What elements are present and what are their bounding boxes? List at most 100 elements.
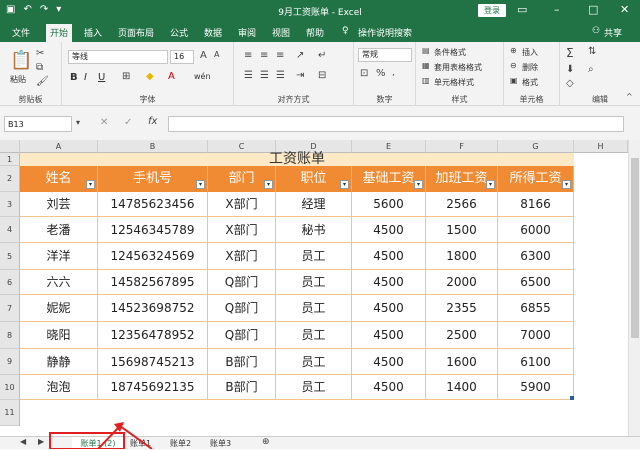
tab-formulas[interactable]: 公式 (170, 26, 188, 39)
table-cell[interactable]: 晓阳 (20, 322, 98, 349)
row-header[interactable]: 8 (0, 322, 20, 349)
add-sheet-icon[interactable]: ⊕ (262, 437, 270, 447)
tab-sheet-bill1-copy[interactable]: 账单1 (2) (72, 437, 124, 450)
fill-color-icon[interactable]: ◆ (146, 71, 154, 82)
table-cell[interactable]: 18745692135 (98, 375, 208, 400)
column-header[interactable]: H (574, 140, 628, 153)
namebox-dropdown-icon[interactable]: ▾ (76, 118, 80, 127)
paste-icon[interactable]: 📋 (10, 50, 32, 71)
table-cell[interactable]: 泡泡 (20, 375, 98, 400)
table-cell[interactable]: 5900 (498, 375, 574, 400)
table-header-cell[interactable]: 部门 ▾ (208, 166, 276, 192)
tab-review[interactable]: 审阅 (238, 26, 256, 39)
table-resize-handle[interactable] (570, 396, 574, 400)
filter-dropdown-icon[interactable]: ▾ (562, 180, 571, 189)
copy-icon[interactable]: ⧉ (36, 62, 43, 73)
autosum-icon[interactable]: Σ (566, 46, 574, 60)
table-cell[interactable]: 14785623456 (98, 192, 208, 217)
table-cell[interactable]: B部门 (208, 375, 276, 400)
table-cell[interactable]: X部门 (208, 192, 276, 217)
table-header-cell[interactable]: 加班工资 ▾ (426, 166, 498, 192)
table-cell[interactable]: 6100 (498, 349, 574, 375)
table-cell[interactable]: 2566 (426, 192, 498, 217)
tab-data[interactable]: 数据 (204, 26, 222, 39)
orientation-icon[interactable]: ↗ (296, 50, 304, 61)
table-cell[interactable]: 1600 (426, 349, 498, 375)
middle-align-icon[interactable]: ≡ (260, 50, 268, 61)
table-cell[interactable]: 员工 (276, 243, 352, 270)
column-header[interactable]: F (426, 140, 498, 153)
tell-me-search[interactable]: 操作说明搜索 (358, 26, 412, 39)
column-header[interactable]: B (98, 140, 208, 153)
conditional-format-button[interactable]: 条件格式 (434, 47, 466, 58)
align-center-icon[interactable]: ☰ (260, 70, 269, 81)
table-cell[interactable]: Q部门 (208, 295, 276, 322)
column-header[interactable]: G (498, 140, 574, 153)
bold-button[interactable]: B (70, 72, 78, 83)
italic-button[interactable]: I (84, 72, 87, 83)
ribbon-display-icon[interactable]: ▭ (517, 3, 527, 16)
bottom-align-icon[interactable]: ≡ (276, 50, 284, 61)
table-cell[interactable]: Q部门 (208, 270, 276, 295)
row-header[interactable]: 6 (0, 270, 20, 295)
select-all-corner[interactable] (0, 140, 20, 153)
formula-input[interactable] (168, 116, 624, 132)
table-cell[interactable]: X部门 (208, 243, 276, 270)
row-header[interactable]: 7 (0, 295, 20, 322)
column-header[interactable]: E (352, 140, 426, 153)
tab-page-layout[interactable]: 页面布局 (118, 26, 154, 39)
font-name-select[interactable]: 等线 (68, 50, 168, 64)
table-cell[interactable]: 4500 (352, 322, 426, 349)
name-box[interactable]: B13 (4, 116, 72, 132)
paste-button[interactable]: 粘贴 (10, 74, 26, 85)
table-cell[interactable]: 7000 (498, 322, 574, 349)
table-header-cell[interactable]: 所得工资 ▾ (498, 166, 574, 192)
phonetic-button[interactable]: wén (194, 72, 211, 81)
row-header[interactable]: 1 (0, 153, 20, 166)
table-format-button[interactable]: 套用表格格式 (434, 62, 482, 73)
table-cell[interactable]: 2355 (426, 295, 498, 322)
font-size-select[interactable]: 16 (170, 50, 194, 64)
table-cell[interactable]: 14523698752 (98, 295, 208, 322)
table-cell[interactable]: 1400 (426, 375, 498, 400)
indent-icon[interactable]: ⇥ (296, 70, 304, 81)
filter-dropdown-icon[interactable]: ▾ (264, 180, 273, 189)
table-cell[interactable]: Q部门 (208, 322, 276, 349)
align-right-icon[interactable]: ☰ (276, 70, 285, 81)
tab-file[interactable]: 文件 (12, 26, 30, 39)
table-cell[interactable]: 洋洋 (20, 243, 98, 270)
table-cell[interactable]: 15698745213 (98, 349, 208, 375)
table-cell[interactable]: 4500 (352, 217, 426, 243)
close-icon[interactable]: ✕ (620, 3, 629, 16)
table-cell[interactable]: 员工 (276, 375, 352, 400)
tab-sheet-bill1[interactable]: 账单1 (130, 437, 151, 450)
prev-sheet-icon[interactable]: ◀ (20, 437, 26, 446)
login-button[interactable]: 登录 (478, 4, 506, 17)
format-painter-icon[interactable]: 🖌 (36, 76, 49, 87)
row-header[interactable]: 11 (0, 400, 20, 426)
table-cell[interactable]: 12546345789 (98, 217, 208, 243)
borders-icon[interactable]: ⊞ (122, 71, 130, 82)
table-cell[interactable]: 经理 (276, 192, 352, 217)
table-cell[interactable]: 4500 (352, 270, 426, 295)
table-cell[interactable]: 4500 (352, 349, 426, 375)
font-color-icon[interactable]: A (168, 71, 175, 82)
tab-sheet-bill3[interactable]: 账单3 (210, 437, 231, 450)
top-align-icon[interactable]: ≡ (244, 50, 252, 61)
table-cell[interactable]: 2000 (426, 270, 498, 295)
underline-button[interactable]: U (98, 72, 105, 83)
sort-filter-icon[interactable]: ⇅ (588, 46, 596, 57)
table-cell[interactable]: 1500 (426, 217, 498, 243)
table-cell[interactable]: 6500 (498, 270, 574, 295)
filter-dropdown-icon[interactable]: ▾ (486, 180, 495, 189)
table-cell[interactable]: 12356478952 (98, 322, 208, 349)
find-select-icon[interactable]: ⌕ (588, 64, 594, 75)
tab-view[interactable]: 视图 (272, 26, 290, 39)
row-header[interactable]: 2 (0, 166, 20, 192)
insert-function-button[interactable]: fx (148, 116, 157, 127)
row-header[interactable]: 10 (0, 375, 20, 400)
table-cell[interactable]: 2500 (426, 322, 498, 349)
column-header[interactable]: C (208, 140, 276, 153)
table-cell[interactable]: 4500 (352, 375, 426, 400)
currency-icon[interactable]: ⊡ (360, 68, 368, 79)
